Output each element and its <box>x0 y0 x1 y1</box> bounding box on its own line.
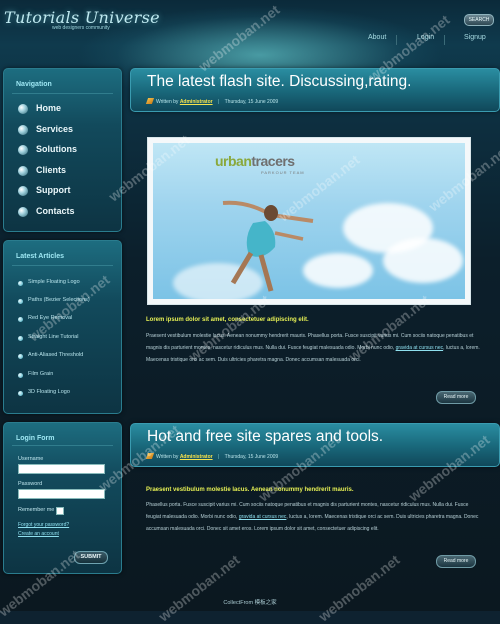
bullet-icon <box>18 125 28 135</box>
article-link-label: 3D Floating Logo <box>28 389 70 395</box>
author-link[interactable]: Administrator <box>180 99 213 105</box>
post-title[interactable]: The latest flash site. Discussing,rating… <box>147 73 411 91</box>
nav-item-label: Support <box>36 185 71 195</box>
post-date: Thursday, 15 June 2009 <box>224 99 279 105</box>
submit-button[interactable]: SUBMIT <box>74 551 108 564</box>
written-by-label: Written by <box>156 454 179 460</box>
article-link-label: Simple Floating Logo <box>28 279 80 285</box>
remember-me-checkbox[interactable] <box>56 507 64 515</box>
meta-separator: | <box>217 99 220 105</box>
post-header: The latest flash site. Discussing,rating… <box>130 68 500 112</box>
login-form-title: Login Form <box>16 435 55 442</box>
post-image: urbantracers PARKOUR TEAM <box>147 137 471 305</box>
meta-separator: | <box>217 454 220 460</box>
bullet-icon <box>18 145 28 155</box>
forgot-password-link[interactable]: Forgot your password? <box>18 522 69 528</box>
bullet-icon <box>18 354 23 359</box>
bullet-icon <box>18 104 28 114</box>
post-subtitle: Lorem ipsum dolor sit amet, consectetuer… <box>146 317 309 323</box>
post-meta: Written by Administrator | Thursday, 15 … <box>145 98 279 105</box>
bullet-icon <box>18 207 28 217</box>
athlete-illustration <box>222 200 314 292</box>
navigation-title: Navigation <box>16 81 52 88</box>
article-link-label: Anti-Aliased Threshold <box>28 352 84 358</box>
article-link-label: Paths (Bezier Selections) <box>28 297 90 303</box>
top-nav-about[interactable]: About <box>368 34 386 41</box>
create-account-link[interactable]: Create an account <box>18 531 59 537</box>
latest-articles-title: Latest Articles <box>16 253 64 260</box>
post-paragraph: Phasellus porta. Fusce suscipit varius m… <box>146 502 479 532</box>
bullet-icon <box>18 186 28 196</box>
post-subtitle: Praesent vestibulum molestie lacus. Aene… <box>146 487 354 493</box>
divider <box>12 445 113 446</box>
post-paragraph: Praesent vestibulum molestie lacus. Aene… <box>146 333 480 363</box>
written-by-label: Written by <box>156 99 179 105</box>
divider <box>12 93 113 94</box>
bullet-icon <box>18 336 23 341</box>
post-header: Hot and free site spares and tools. Writ… <box>130 423 500 467</box>
top-nav: About Login Signup <box>330 34 500 46</box>
author-link[interactable]: Administrator <box>180 454 213 460</box>
search-button[interactable]: SEARCH <box>464 14 494 26</box>
latest-articles-box: Latest Articles Simple Floating Logo Pat… <box>3 240 122 414</box>
top-nav-divider <box>444 35 445 45</box>
bullet-icon <box>18 317 23 322</box>
post-date: Thursday, 15 June 2009 <box>224 454 279 460</box>
top-nav-divider <box>396 35 397 45</box>
pencil-icon <box>145 453 155 459</box>
inline-link[interactable]: gravida at cursus nec <box>396 345 444 351</box>
read-more-button[interactable]: Read more <box>436 555 476 568</box>
bullet-icon <box>18 166 28 176</box>
navigation-box: Navigation Home Services Solutions Clien… <box>3 68 122 232</box>
article-link-label: Red Eye Removal <box>28 315 73 321</box>
bullet-icon <box>18 373 23 378</box>
nav-item-label: Solutions <box>36 144 77 154</box>
username-label: Username <box>18 456 44 462</box>
post-title[interactable]: Hot and free site spares and tools. <box>147 428 383 446</box>
footer-credit: CollectFrom 模板之家 <box>223 600 277 606</box>
nav-item-label: Home <box>36 103 62 113</box>
password-label: Password <box>18 481 43 487</box>
bullet-icon <box>18 281 23 286</box>
inline-link[interactable]: gravida at cursus nec <box>239 514 287 520</box>
article-link-label: Film Grain <box>28 371 54 377</box>
post-meta: Written by Administrator | Thursday, 15 … <box>145 453 279 460</box>
article-link-label: Straight Line Tutorial <box>28 334 79 340</box>
bullet-icon <box>18 299 23 304</box>
nav-item-label: Contacts <box>36 206 75 216</box>
divider <box>12 265 113 266</box>
top-nav-login[interactable]: Login <box>417 34 434 41</box>
password-field[interactable] <box>18 489 105 499</box>
bullet-icon <box>18 391 23 396</box>
site-tagline: web designers community <box>52 25 110 31</box>
pencil-icon <box>145 98 155 104</box>
nav-item-label: Clients <box>36 165 67 175</box>
username-field[interactable] <box>18 464 105 474</box>
login-form-box: Login Form Username Password Remember me… <box>3 422 122 574</box>
read-more-button[interactable]: Read more <box>436 391 476 404</box>
remember-me-label: Remember me <box>18 507 55 513</box>
top-nav-signup[interactable]: Signup <box>464 34 486 41</box>
nav-item-label: Services <box>36 124 74 134</box>
post-image-frame: urbantracers PARKOUR TEAM <box>153 143 465 299</box>
